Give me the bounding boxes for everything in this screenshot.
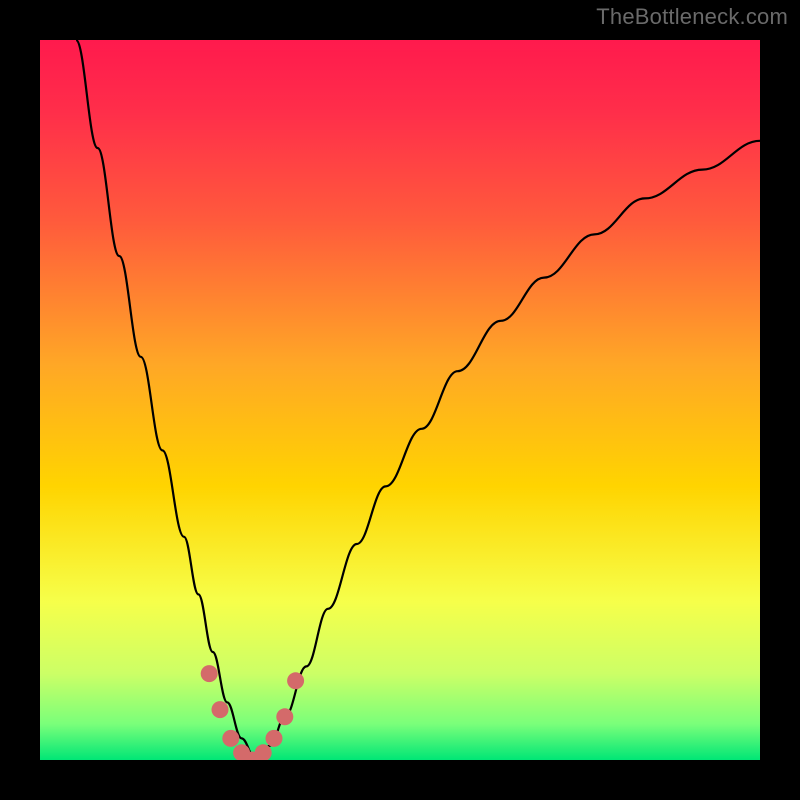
valley-marker [222,730,239,747]
valley-marker-group [201,665,304,760]
valley-marker [266,730,283,747]
plot-area [40,40,760,760]
chart-frame: TheBottleneck.com [0,0,800,800]
valley-marker [276,708,293,725]
valley-marker [212,701,229,718]
valley-marker [287,672,304,689]
attribution-label: TheBottleneck.com [596,4,788,30]
valley-marker [201,665,218,682]
chart-canvas [40,40,760,760]
bottleneck-curve [76,40,760,760]
